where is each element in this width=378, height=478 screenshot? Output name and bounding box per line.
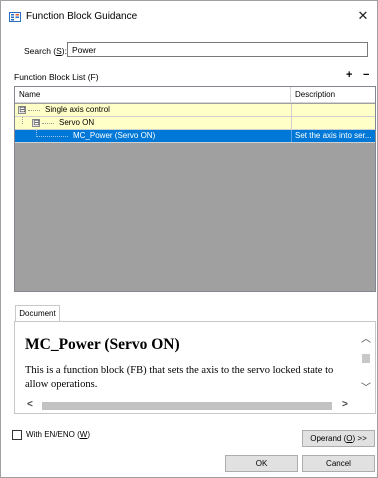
tree-item-description: Set the axis into ser... [291, 130, 375, 142]
operand-button[interactable]: Operand (O) >> [302, 430, 375, 447]
column-name-header[interactable]: Name [15, 87, 291, 103]
collapse-icon[interactable]: ⊟ [18, 106, 26, 114]
collapse-icon[interactable]: ⊟ [32, 119, 40, 127]
tree-item-label: MC_Power (Servo ON) [73, 131, 156, 140]
cancel-button[interactable]: Cancel [302, 455, 375, 472]
tree-item-label: Single axis control [45, 105, 110, 114]
tree-connector [22, 117, 23, 124]
title-bar: Function Block Guidance ✕ [1, 1, 377, 33]
tree-row-servo-on[interactable]: ⊟ Servo ON [15, 117, 375, 130]
search-input[interactable] [67, 42, 368, 57]
function-block-list[interactable]: Name Description ⊟ Single axis control ⊟… [14, 86, 376, 292]
function-block-guidance-dialog: Function Block Guidance ✕ Search (S): Fu… [0, 0, 378, 478]
document-horizontal-scrollbar[interactable]: < > [15, 399, 375, 413]
close-icon[interactable]: ✕ [355, 8, 371, 24]
document-vertical-scrollbar[interactable]: ︿ ﹀ [359, 330, 373, 400]
tree-row-single-axis-control[interactable]: ⊟ Single axis control [15, 104, 375, 117]
en-eno-label: With EN/ENO (W) [26, 430, 91, 439]
tree-connector [28, 110, 40, 111]
tree-item-label: Servo ON [59, 118, 95, 127]
tree-connector [42, 123, 54, 124]
scroll-right-icon[interactable]: > [342, 399, 348, 410]
scroll-up-icon[interactable]: ︿ [361, 330, 371, 345]
expand-all-button[interactable]: + [346, 69, 352, 81]
document-title: MC_Power (Servo ON) [25, 336, 180, 353]
scrollbar-thumb[interactable] [42, 402, 332, 410]
en-eno-checkbox[interactable] [12, 430, 22, 440]
column-description-header[interactable]: Description [292, 87, 375, 103]
ok-button[interactable]: OK [225, 455, 298, 472]
scroll-down-icon[interactable]: ﹀ [361, 379, 371, 394]
search-label: Search (S): [24, 46, 67, 56]
collapse-all-button[interactable]: − [363, 69, 369, 81]
list-column-header: Name Description [15, 87, 375, 103]
tab-document[interactable]: Document [15, 305, 60, 322]
scrollbar-thumb[interactable] [362, 354, 370, 363]
document-body: This is a function block (FB) that sets … [25, 365, 334, 390]
window-title: Function Block Guidance [26, 11, 138, 22]
tree-item-description [291, 117, 375, 129]
scroll-left-icon[interactable]: < [27, 399, 33, 410]
tree-item-description [291, 104, 375, 116]
function-block-list-header: Function Block List (F) [14, 72, 99, 82]
document-panel: MC_Power (Servo ON) This is a function b… [14, 321, 376, 414]
tree-row-mc-power[interactable]: MC_Power (Servo ON) Set the axis into se… [15, 130, 375, 143]
function-block-icon [9, 12, 21, 22]
tree-connector [36, 136, 68, 137]
